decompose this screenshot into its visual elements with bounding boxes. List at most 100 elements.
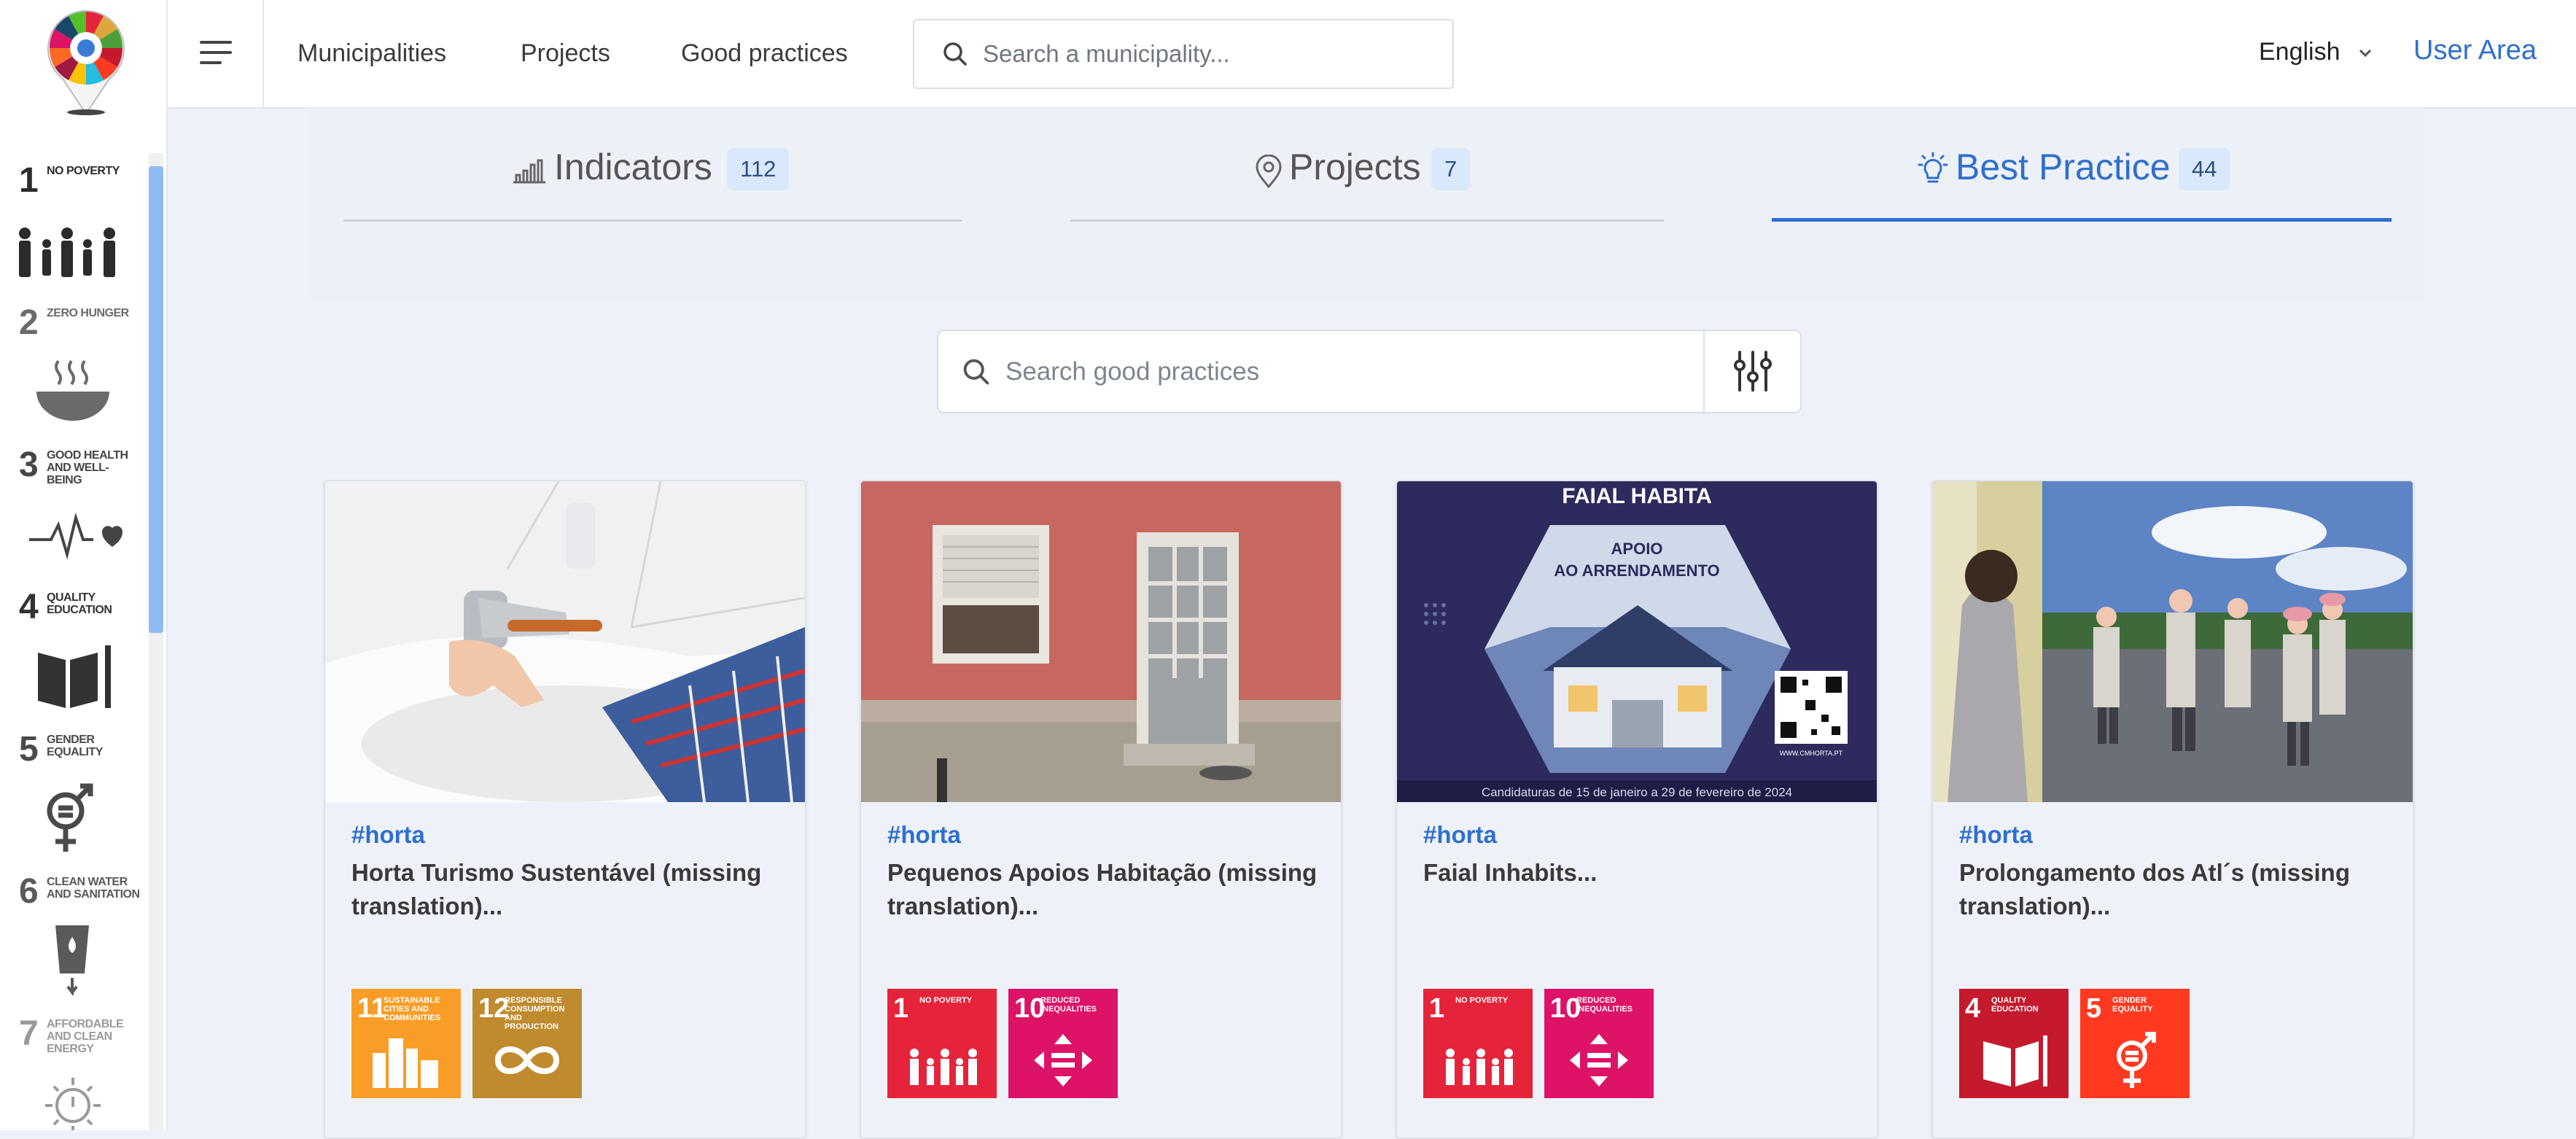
top-navigation-bar: Municipalities Projects Good practices S… (168, 0, 2576, 109)
lightbulb-icon (1918, 152, 1948, 183)
good-practices-search: Search good practices (937, 330, 1802, 413)
nav-link-municipalities[interactable]: Municipalities (297, 39, 446, 68)
bar-chart-icon (513, 159, 545, 184)
card-title[interactable]: Prolongamento dos Atl´s (missing transla… (1959, 856, 2389, 923)
filter-button[interactable] (1703, 331, 1802, 412)
good-practice-card[interactable]: #horta Prolongamento dos Atl´s (missing … (1931, 480, 2414, 1139)
image-line2-text: AO ARRENDAMENTO (1554, 561, 1719, 580)
sdg-number: 4 (19, 588, 39, 626)
sidebar-item-sdg-3[interactable]: 3 Good health and well-being (0, 438, 146, 580)
sdg-badge-10: 10 Reduced inequalities (1008, 989, 1118, 1098)
tab-label: Projects (1289, 147, 1421, 187)
sidebar-item-sdg-5[interactable]: 5 Gender equality (0, 722, 146, 864)
tab-label: Indicators (554, 147, 712, 187)
card-tag[interactable]: #horta (1423, 821, 1497, 849)
menu-icon (200, 41, 232, 64)
sdg-number: 1 (1429, 993, 1445, 1024)
family-icon (910, 1049, 977, 1085)
sidebar-item-sdg-7[interactable]: 7 Affordable and clean energy (0, 1006, 146, 1130)
user-area-link[interactable]: User Area (2413, 35, 2537, 66)
sdg-logo[interactable] (41, 6, 131, 115)
tab-count-badge: 7 (1431, 148, 1471, 190)
sdg-name: Reduced inequalities (1040, 996, 1097, 1014)
card-title[interactable]: Faial Inhabits... (1423, 856, 1853, 890)
language-selector[interactable]: English (2259, 38, 2376, 66)
card-image: FAIAL HABITA APOIO AO ARRENDAMENTO WWW.C… (1397, 481, 1877, 802)
equality-arrows-icon (1034, 1034, 1092, 1086)
book-icon (38, 645, 111, 708)
sdg-name: Clean water and sanitation (47, 876, 140, 901)
sdg-number: 1 (893, 993, 909, 1024)
sdg-number: 11 (357, 993, 387, 1024)
card-tag[interactable]: #horta (887, 821, 961, 849)
sdg-number: 3 (19, 446, 39, 484)
sdg-name: Affordable and clean energy (47, 1018, 124, 1055)
sidebar-item-sdg-2[interactable]: 2 Zero hunger (0, 295, 146, 438)
tab-count-badge: 44 (2179, 148, 2230, 190)
gender-equality-icon (2117, 1032, 2156, 1088)
tab-underline-active (1772, 218, 2392, 222)
good-practice-card[interactable]: #horta Horta Turismo Sustentável (missin… (324, 480, 806, 1139)
card-tag[interactable]: #horta (1959, 821, 2033, 849)
sdg-name: No poverty (47, 165, 120, 177)
good-practice-card[interactable]: FAIAL HABITA APOIO AO ARRENDAMENTO WWW.C… (1396, 480, 1878, 1139)
sdg-sidebar: 1 No poverty 2 Zero hunger (0, 0, 168, 1130)
card-image (861, 481, 1341, 802)
image-site-text: WWW.CMHORTA.PT (1780, 750, 1843, 757)
sdg-badge-4: 4 Quality education (1959, 989, 2069, 1098)
sdg-badge-12: 12 Responsible consumption and productio… (472, 989, 582, 1098)
tab-count-badge: 112 (727, 148, 790, 190)
equality-arrows-icon (1570, 1034, 1628, 1086)
sdg-number: 2 (19, 303, 39, 342)
image-title-text: FAIAL HABITA (1562, 484, 1712, 508)
tabs-panel (309, 108, 2424, 301)
image-line1-text: APOIO (1611, 540, 1663, 558)
heartbeat-icon (29, 512, 123, 560)
book-icon (1983, 1035, 2047, 1086)
sdg-name: Quality education (47, 591, 112, 616)
card-title[interactable]: Pequenos Apoios Habitação (missing trans… (887, 856, 1318, 923)
infinity-icon (494, 1046, 560, 1074)
sdg-number: 6 (19, 872, 39, 911)
sdg-badge-1: 1 No poverty (1423, 989, 1533, 1098)
municipality-search-input[interactable]: Search a municipality... (913, 19, 1454, 89)
search-icon (943, 42, 967, 66)
search-icon (963, 359, 989, 385)
gender-equality-icon (47, 783, 93, 852)
sdg-badge-1: 1 No poverty (887, 989, 997, 1098)
sdg-name: Gender equality (2112, 996, 2153, 1014)
hamburger-menu-button[interactable] (168, 0, 264, 107)
image-footer-text: Candidaturas de 15 de janeiro a 29 de fe… (1482, 785, 1792, 799)
location-pin-icon (1256, 155, 1282, 189)
sidebar-item-sdg-1[interactable]: 1 No poverty (0, 153, 146, 295)
card-title[interactable]: Horta Turismo Sustentável (missing trans… (351, 856, 782, 923)
chevron-down-icon (2359, 49, 2372, 58)
sdg-name: Sustainable cities and communities (384, 996, 441, 1022)
sdg-name: Zero hunger (47, 307, 129, 319)
sidebar-item-sdg-6[interactable]: 6 Clean water and sanitation (0, 864, 146, 1006)
good-practice-card[interactable]: #horta Pequenos Apoios Habitação (missin… (860, 480, 1342, 1139)
sdg-name: No poverty (1455, 996, 1509, 1005)
sdg-name: No poverty (919, 996, 973, 1005)
tab-underline (1070, 219, 1664, 222)
search-placeholder: Search good practices (1005, 357, 1260, 386)
sdg-number: 1 (19, 161, 39, 200)
nav-link-projects[interactable]: Projects (521, 39, 610, 68)
sdg-name: Reduced inequalities (1576, 996, 1633, 1014)
sdg-name: Responsible consumption and production (505, 996, 565, 1031)
sdg-number: 5 (2086, 993, 2102, 1024)
nav-link-good-practices[interactable]: Good practices (681, 39, 848, 68)
card-tag[interactable]: #horta (351, 821, 425, 849)
card-image (1933, 481, 2413, 802)
tab-underline (343, 219, 962, 222)
sdg-number: 4 (1965, 993, 1981, 1024)
sidebar-item-sdg-4[interactable]: 4 Quality education (0, 580, 146, 722)
sdg-number: 7 (19, 1014, 39, 1053)
search-placeholder: Search a municipality... (983, 40, 1230, 67)
sidebar-scroll-thumb[interactable] (149, 166, 163, 633)
sdg-badge-10: 10 Reduced inequalities (1544, 989, 1654, 1098)
sdg-name: Quality education (1991, 996, 2039, 1014)
good-practices-search-input[interactable]: Search good practices (938, 331, 1703, 412)
city-icon (373, 1038, 438, 1088)
sdg-name: Gender equality (47, 734, 103, 758)
